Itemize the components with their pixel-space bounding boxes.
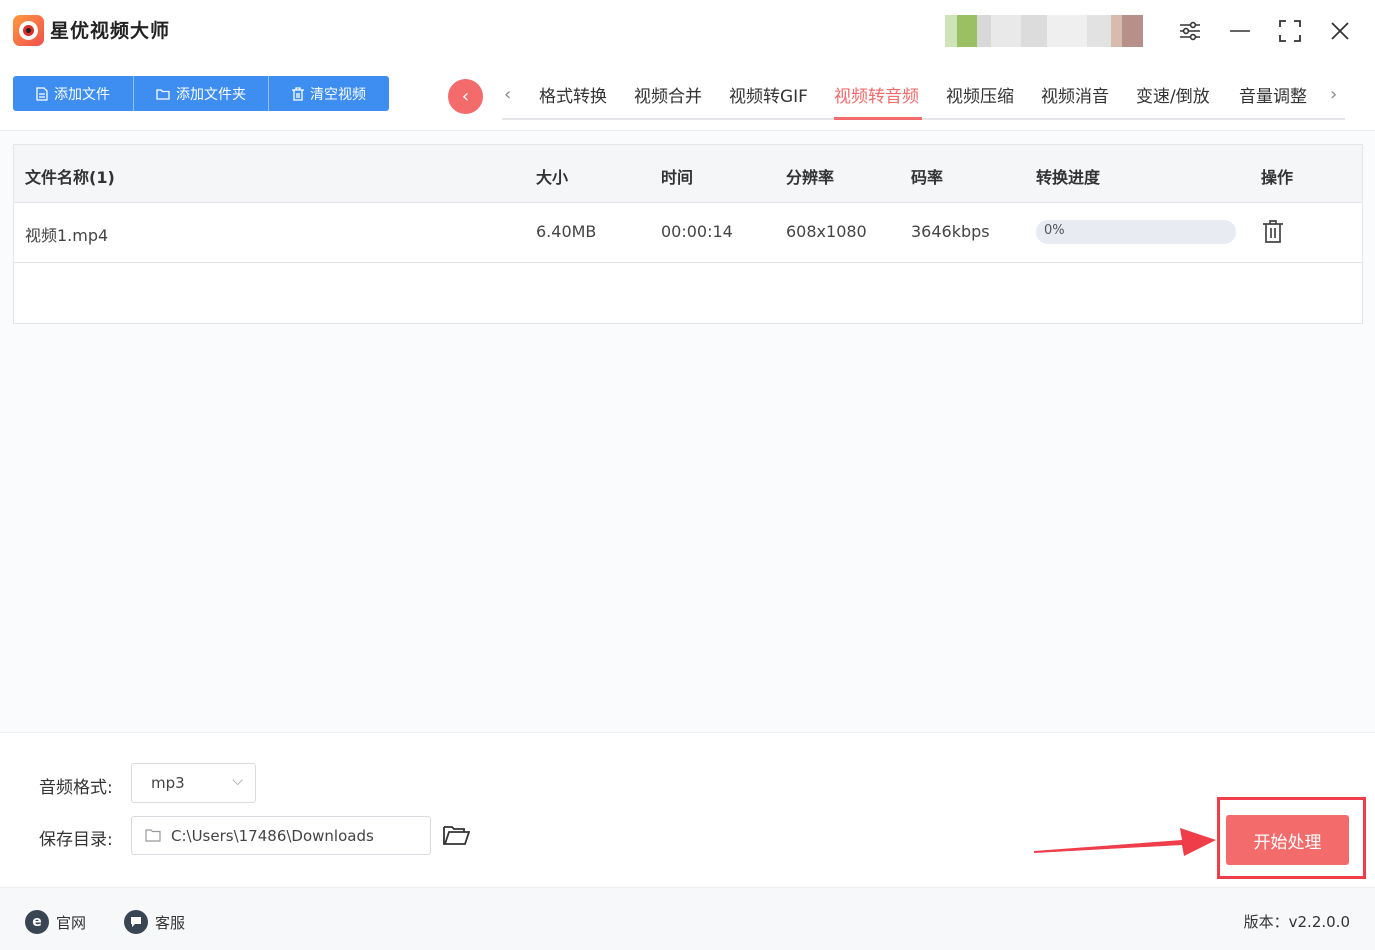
table-header: 文件名称(1) 大小 时间 分辨率 码率 转换进度 操作	[14, 145, 1362, 203]
close-icon[interactable]	[1325, 16, 1355, 46]
maximize-icon[interactable]	[1275, 16, 1305, 46]
start-processing-button[interactable]: 开始处理	[1226, 815, 1349, 865]
app-title: 星优视频大师	[50, 20, 171, 42]
title-bar: 星优视频大师	[0, 0, 1375, 62]
chevron-down-icon: ⌵	[232, 773, 243, 789]
file-bitrate: 3646kbps	[911, 222, 990, 241]
add-folder-button[interactable]: 添加文件夹	[134, 76, 269, 111]
website-link[interactable]: e 官网	[25, 910, 86, 934]
table-row[interactable]: 视频1.mp4 6.40MB 00:00:14 608x1080 3646kbp…	[14, 203, 1362, 263]
folder-icon	[156, 88, 170, 100]
file-size: 6.40MB	[536, 222, 597, 241]
version-text: 版本：v2.2.0.0	[1243, 913, 1350, 931]
function-tabs: ‹ 格式转换 视频合并 视频转GIF 视频转音频 视频压缩 视频消音 变速/倒放…	[502, 74, 1345, 120]
settings-sliders-icon[interactable]	[1175, 16, 1205, 46]
file-toolbar: 添加文件 添加文件夹 清空视频	[13, 76, 389, 111]
clear-label: 清空视频	[310, 86, 366, 103]
audio-format-value: mp3	[151, 774, 185, 792]
support-link[interactable]: 客服	[124, 910, 185, 934]
output-settings-panel	[0, 732, 1375, 887]
support-label: 客服	[155, 913, 186, 932]
clear-videos-button[interactable]: 清空视频	[269, 76, 389, 111]
annotation-arrow-icon	[1034, 828, 1216, 856]
add-file-label: 添加文件	[54, 86, 110, 103]
tabs-prev-chevron-icon[interactable]: ‹	[504, 84, 511, 105]
file-duration: 00:00:14	[661, 222, 733, 241]
audio-format-label: 音频格式:	[39, 778, 113, 798]
tabs-next-chevron-icon[interactable]: ›	[1330, 84, 1337, 105]
browse-folder-open-icon[interactable]	[443, 824, 471, 846]
tab-video-to-gif[interactable]: 视频转GIF	[729, 82, 808, 107]
add-file-button[interactable]: 添加文件	[13, 76, 134, 111]
col-size: 大小	[536, 168, 569, 187]
tab-speed-reverse[interactable]: 变速/倒放	[1136, 82, 1210, 107]
tab-video-to-audio[interactable]: 视频转音频	[834, 82, 919, 107]
website-label: 官网	[56, 913, 87, 932]
file-resolution: 608x1080	[786, 222, 867, 241]
save-dir-input[interactable]: C:\Users\17486\Downloads	[131, 816, 431, 855]
progress-label: 0%	[1044, 223, 1065, 238]
audio-format-select[interactable]: mp3 ⌵	[131, 763, 256, 803]
trash-icon	[292, 86, 304, 101]
col-filename: 文件名称(1)	[25, 168, 115, 187]
app-logo-icon	[13, 15, 44, 46]
add-folder-label: 添加文件夹	[176, 86, 246, 103]
col-progress: 转换进度	[1036, 168, 1101, 187]
save-dir-value: C:\Users\17486\Downloads	[171, 827, 374, 845]
browser-e-icon: e	[25, 910, 49, 934]
tab-volume-adjust[interactable]: 音量调整	[1239, 82, 1307, 107]
file-name: 视频1.mp4	[25, 226, 109, 245]
minimize-icon[interactable]	[1225, 16, 1255, 46]
delete-trash-icon[interactable]	[1262, 219, 1284, 245]
chevron-left-icon: ‹	[461, 86, 470, 107]
tab-video-merge[interactable]: 视频合并	[634, 82, 702, 107]
col-bitrate: 码率	[911, 168, 944, 187]
file-table: 文件名称(1) 大小 时间 分辨率 码率 转换进度 操作 视频1.mp4 6.4…	[13, 144, 1363, 324]
chat-bubble-icon	[124, 910, 148, 934]
back-button[interactable]: ‹	[448, 79, 483, 114]
file-icon	[36, 86, 48, 101]
save-dir-label: 保存目录:	[39, 830, 113, 850]
active-tab-underline	[834, 117, 922, 120]
user-avatar-blurred[interactable]	[945, 15, 1150, 47]
footer-bar: e 官网 客服 版本：v2.2.0.0	[0, 887, 1375, 950]
col-resolution: 分辨率	[786, 168, 835, 187]
tab-format-convert[interactable]: 格式转换	[539, 82, 607, 107]
conversion-progress-bar: 0%	[1036, 220, 1236, 244]
tab-video-compress[interactable]: 视频压缩	[946, 82, 1014, 107]
tab-video-mute[interactable]: 视频消音	[1041, 82, 1109, 107]
col-actions: 操作	[1261, 168, 1294, 187]
folder-icon	[145, 829, 161, 842]
col-time: 时间	[661, 168, 694, 187]
